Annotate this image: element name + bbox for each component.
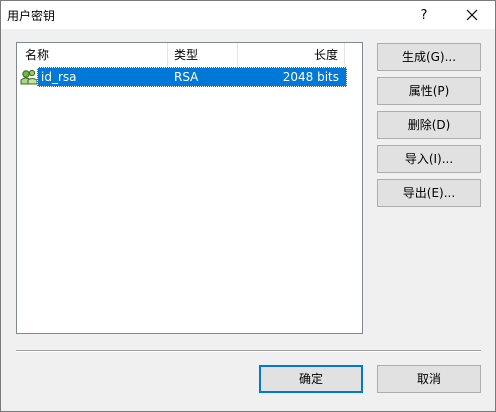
- list-header: 名称 类型 长度: [17, 43, 345, 67]
- column-header-length[interactable]: 长度: [238, 43, 345, 67]
- properties-button[interactable]: 属性(P): [377, 77, 481, 105]
- key-length-cell: 2048 bits: [282, 70, 339, 84]
- window-title: 用户密钥: [7, 9, 56, 23]
- ok-button[interactable]: 确定: [259, 365, 363, 393]
- delete-button[interactable]: 删除(D): [377, 111, 481, 139]
- key-pair-icon: [20, 69, 38, 85]
- key-name-cell: id_rsa: [41, 70, 77, 84]
- column-header-type[interactable]: 类型: [168, 43, 238, 67]
- table-row[interactable]: id_rsa RSA 2048 bits: [17, 67, 347, 87]
- close-button[interactable]: [449, 1, 495, 29]
- import-button[interactable]: 导入(I)...: [377, 145, 481, 173]
- separator: [16, 350, 481, 352]
- key-type-cell: RSA: [174, 70, 199, 84]
- title-bar: 用户密钥 ?: [1, 1, 495, 29]
- generate-button[interactable]: 生成(G)...: [377, 43, 481, 71]
- help-button[interactable]: ?: [401, 1, 447, 29]
- export-button[interactable]: 导出(E)...: [377, 179, 481, 207]
- user-keys-dialog: 用户密钥 ? 名称 类型 长度 id_rsa RSA 2048 bits 生成(…: [0, 0, 496, 412]
- column-header-name[interactable]: 名称: [17, 43, 168, 67]
- key-list[interactable]: 名称 类型 长度 id_rsa RSA 2048 bits: [16, 42, 363, 334]
- cancel-button[interactable]: 取消: [377, 365, 481, 393]
- close-icon: [466, 9, 478, 21]
